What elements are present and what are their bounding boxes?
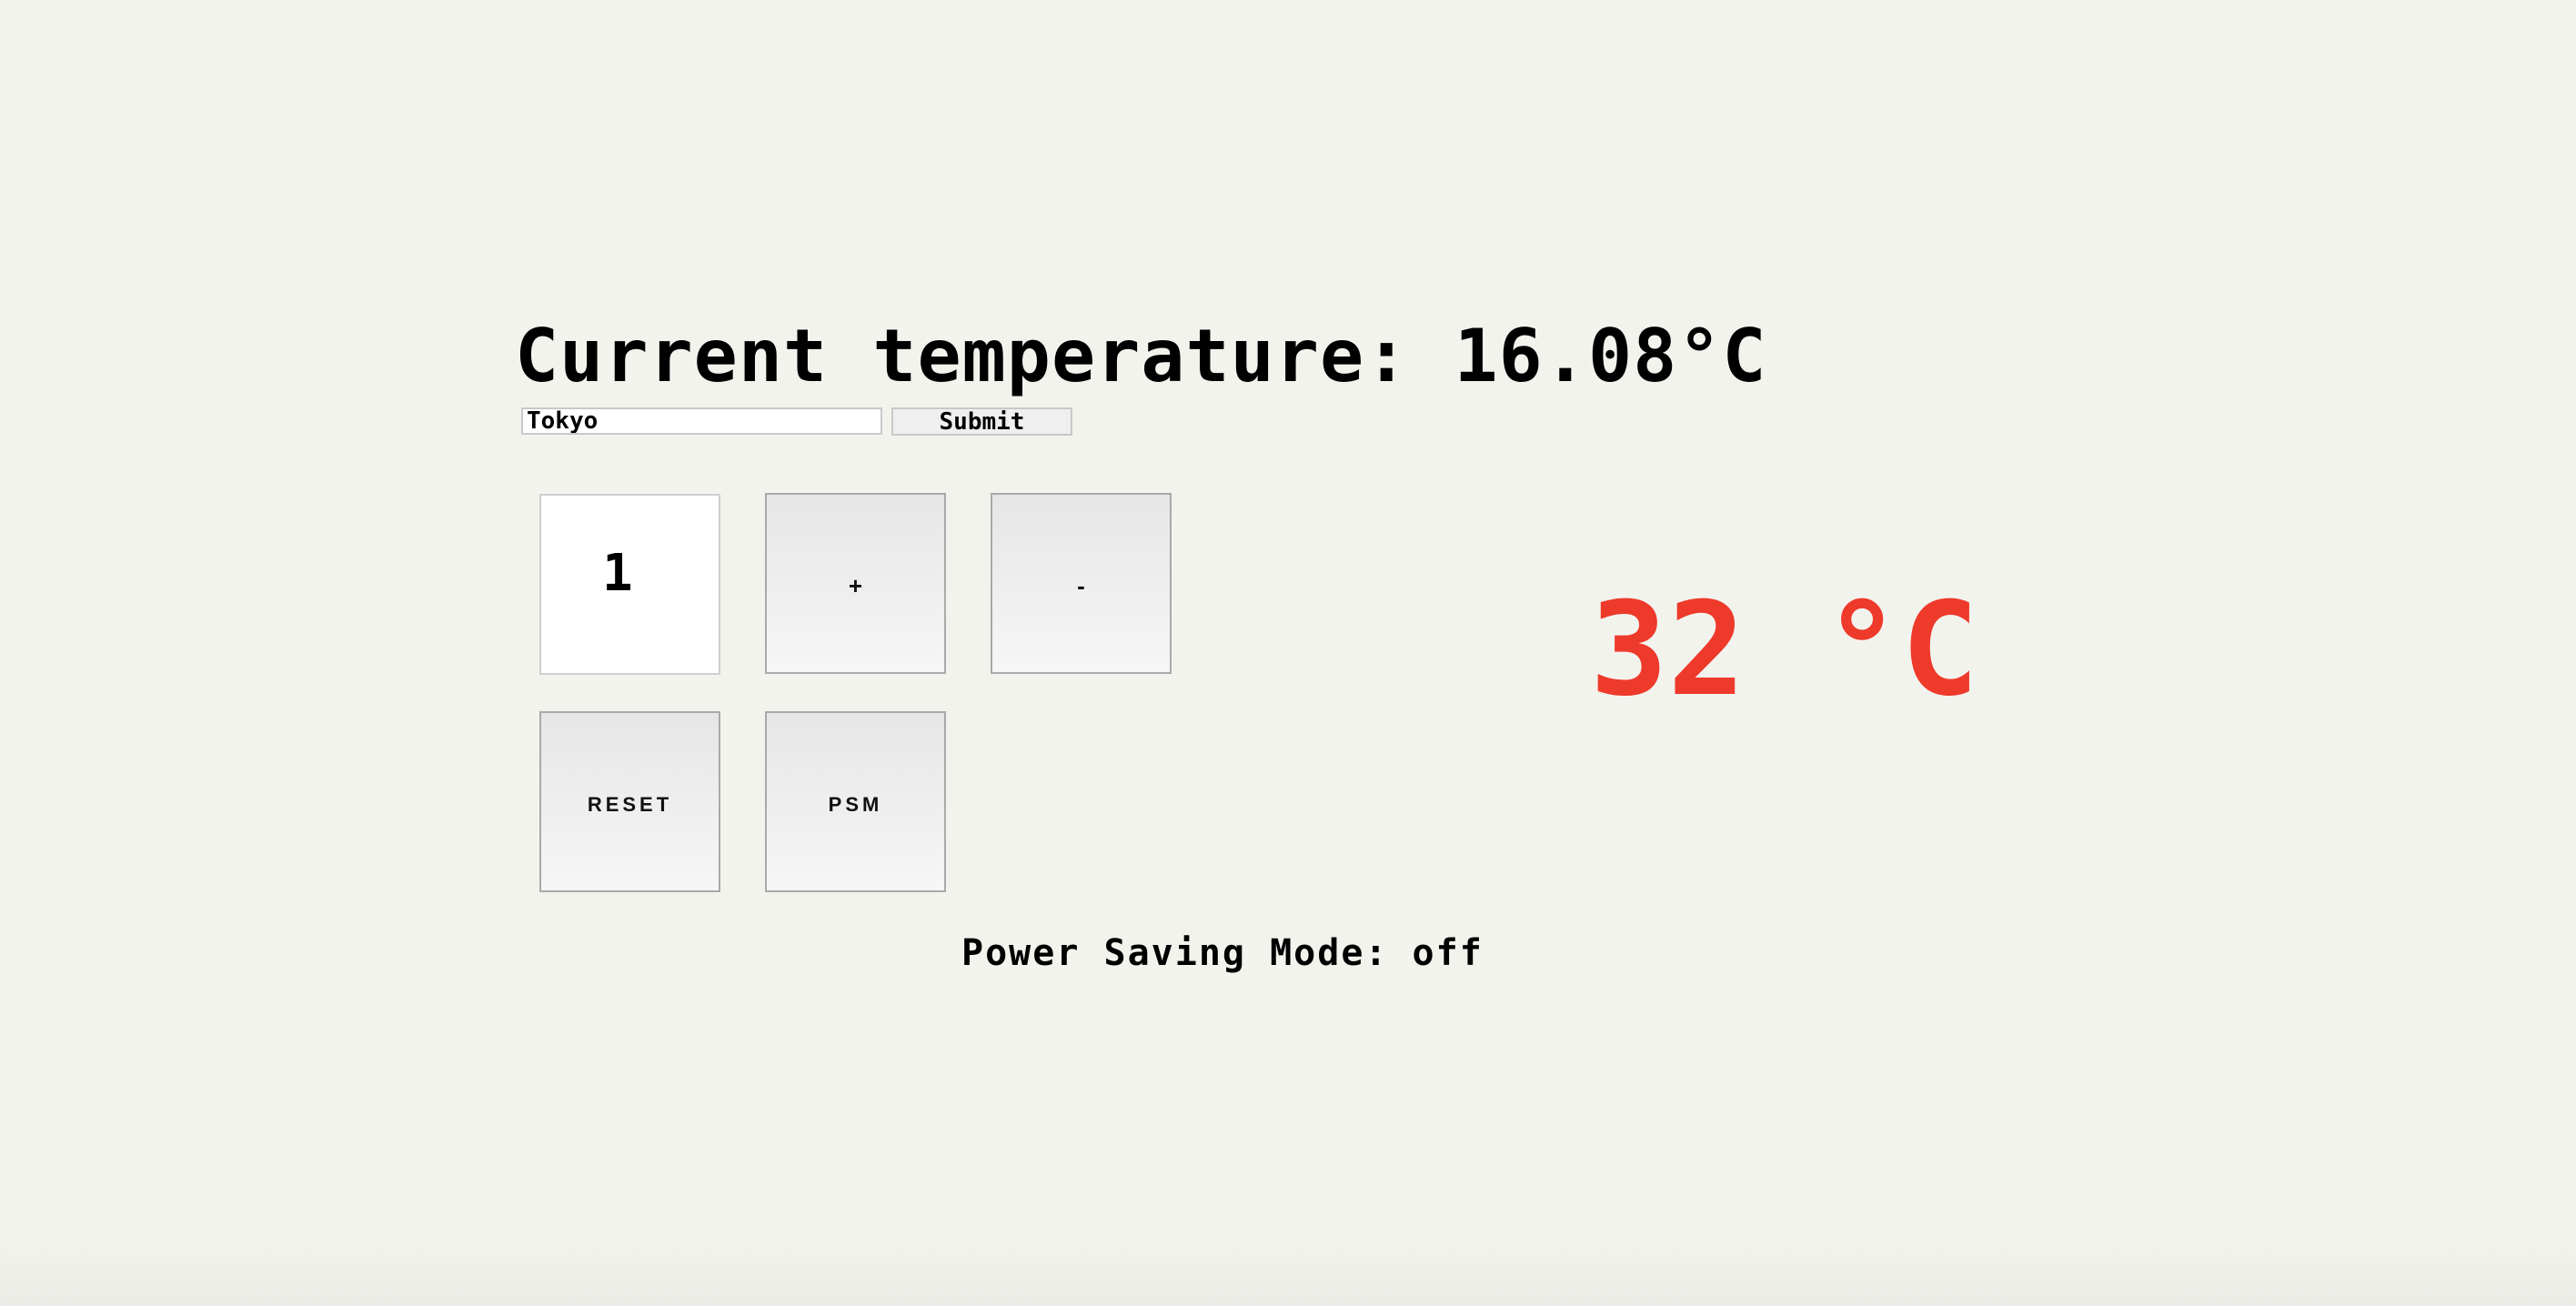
city-input[interactable] [521,407,882,435]
reset-button[interactable]: RESET [539,711,720,892]
psm-label: PSM [828,792,883,816]
power-saving-mode-status: Power Saving Mode: off [961,932,1484,974]
counter-value: 1 [602,544,633,603]
decrement-button[interactable]: - [991,493,1172,674]
increment-label: + [848,572,863,599]
set-temperature-display: 32 °C [1590,575,1979,725]
current-temperature-heading: Current temperature: 16.08°C [515,314,1767,398]
increment-button[interactable]: + [765,493,946,674]
bottom-shadow [0,1242,2576,1306]
submit-button[interactable]: Submit [891,407,1072,436]
psm-button[interactable]: PSM [765,711,946,892]
decrement-label: - [1077,572,1085,599]
reset-label: RESET [587,792,673,816]
counter-display: 1 [539,494,720,675]
